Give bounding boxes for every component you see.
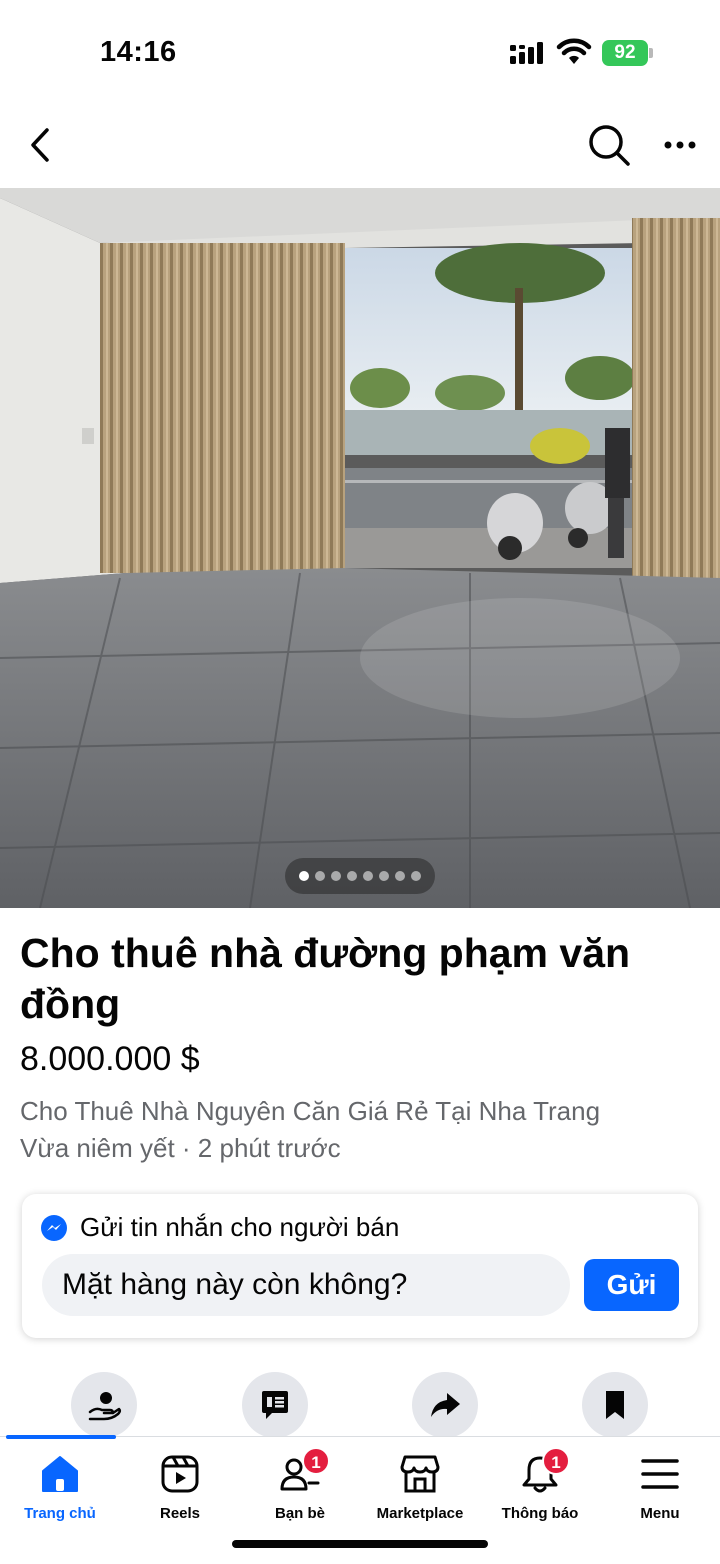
listing-photo[interactable]	[0, 188, 720, 908]
send-button[interactable]: Gửi	[584, 1259, 679, 1311]
listing-photo-image	[0, 188, 720, 908]
tab-friends-label: Bạn bè	[274, 1505, 325, 1522]
gallery-dot[interactable]	[347, 871, 357, 881]
notifications-badge: 1	[542, 1447, 570, 1475]
tab-notifications-label: Thông báo	[501, 1505, 579, 1522]
tab-reels-label: Reels	[159, 1505, 201, 1522]
offer-button[interactable]	[71, 1372, 137, 1438]
listing-meta: Vừa niêm yết · 2 phút trước	[20, 1133, 341, 1163]
listing-title: Cho thuê nhà đường phạm văn đồng	[20, 930, 631, 1027]
tab-notifications[interactable]: 1 Thông báo	[480, 1437, 600, 1537]
search-icon[interactable]	[586, 122, 632, 168]
more-horizontal-icon[interactable]	[660, 130, 700, 160]
messenger-icon	[41, 1214, 67, 1241]
message-list-button[interactable]	[242, 1372, 308, 1438]
gallery-dot[interactable]	[395, 871, 405, 881]
listing-price: 8.000.000 $	[20, 1040, 200, 1078]
tab-marketplace[interactable]: Marketplace	[360, 1437, 480, 1537]
gallery-dot[interactable]	[299, 871, 309, 881]
friends-badge: 1	[302, 1447, 330, 1475]
cellular-signal-icon	[510, 42, 543, 64]
share-icon	[431, 1393, 460, 1417]
message-list-icon	[262, 1391, 288, 1419]
marketplace-icon	[400, 1455, 440, 1493]
menu-icon	[641, 1459, 679, 1489]
home-indicator	[232, 1540, 488, 1548]
battery-tip	[649, 48, 653, 58]
status-bar: 14:16 92	[0, 0, 720, 100]
battery-level: 92	[602, 40, 648, 66]
status-time: 14:16	[100, 36, 177, 68]
gallery-dot[interactable]	[315, 871, 325, 881]
offer-icon	[88, 1392, 122, 1421]
share-button[interactable]	[412, 1372, 478, 1438]
message-seller-card: Gửi tin nhắn cho người bán Mặt hàng này …	[22, 1194, 698, 1338]
battery-icon: 92	[602, 40, 654, 66]
wifi-icon	[556, 38, 592, 64]
bookmark-icon	[606, 1391, 624, 1419]
tab-marketplace-label: Marketplace	[376, 1505, 464, 1522]
chevron-left-icon[interactable]	[20, 124, 60, 166]
tab-friends[interactable]: 1 Bạn bè	[240, 1437, 360, 1537]
tab-menu-label: Menu	[640, 1505, 680, 1522]
top-navigation	[0, 110, 720, 180]
listing-subtitle: Cho Thuê Nhà Nguyên Căn Giá Rẻ Tại Nha T…	[20, 1096, 601, 1126]
tab-home-label: Trang chủ	[24, 1505, 96, 1522]
gallery-pagination[interactable]	[285, 858, 435, 894]
reels-icon	[161, 1455, 199, 1493]
tab-menu[interactable]: Menu	[600, 1437, 720, 1537]
message-input[interactable]: Mặt hàng này còn không?	[42, 1254, 570, 1316]
tab-reels[interactable]: Reels	[120, 1437, 240, 1537]
save-button[interactable]	[582, 1372, 648, 1438]
gallery-dot[interactable]	[363, 871, 373, 881]
gallery-dot[interactable]	[379, 871, 389, 881]
message-seller-label: Gửi tin nhắn cho người bán	[80, 1212, 400, 1242]
gallery-dot[interactable]	[411, 871, 421, 881]
gallery-dot[interactable]	[331, 871, 341, 881]
home-icon	[42, 1456, 78, 1492]
message-seller-header: Gửi tin nhắn cho người bán	[40, 1212, 399, 1243]
tab-home[interactable]: Trang chủ	[0, 1437, 120, 1537]
